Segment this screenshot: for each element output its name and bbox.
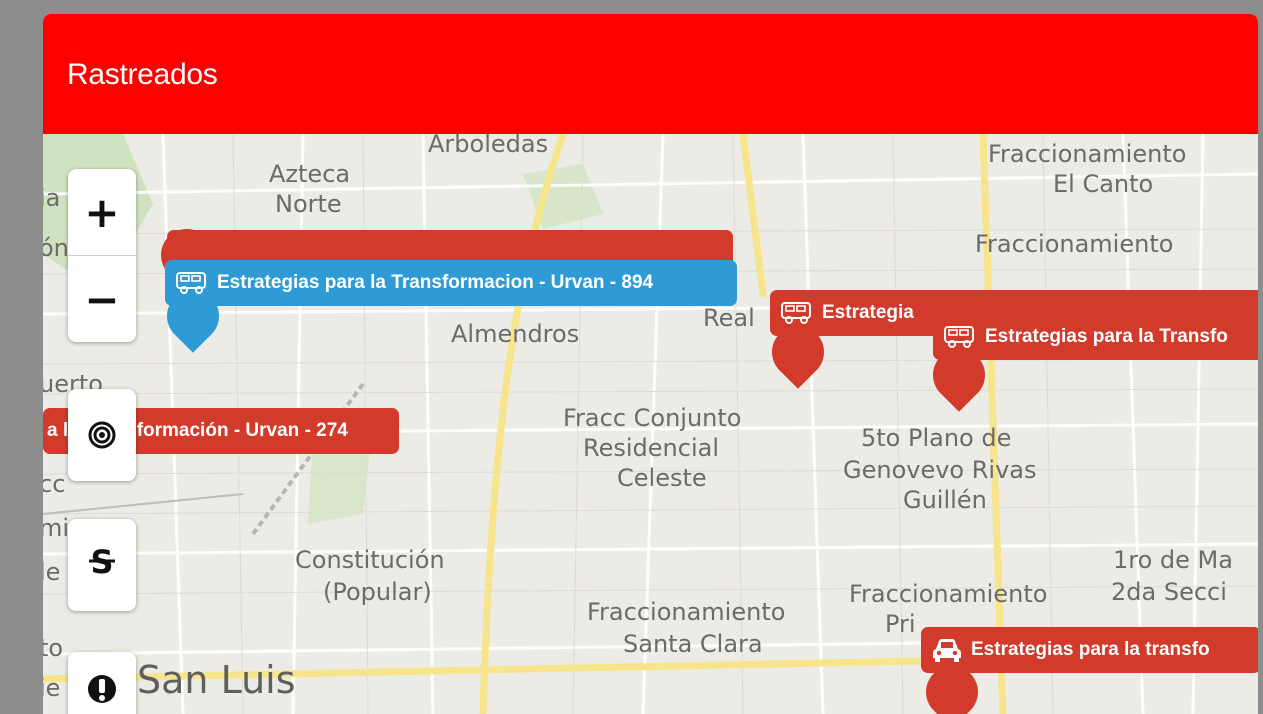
place-left-cc: cc <box>43 470 66 498</box>
app-frame: Rastreados Arboledas Azteca Norte Fracci… <box>43 14 1258 714</box>
van-icon <box>780 300 814 326</box>
locate-control <box>68 389 136 481</box>
place-residencial: Residencial <box>583 434 719 462</box>
place-left-ia: ia <box>43 184 61 212</box>
place-celeste: Celeste <box>617 464 707 492</box>
place-fraccionamiento-santa-clara: Fraccionamiento <box>587 598 786 626</box>
place-fraccionamiento-pri: Fraccionamiento <box>849 580 1048 608</box>
van-icon <box>943 324 977 350</box>
zoom-in-button[interactable]: + <box>68 169 136 255</box>
place-san-luis: San Luis <box>137 658 296 702</box>
place-left-ie: ie <box>43 674 61 702</box>
strikethrough-s-icon: S <box>87 541 117 590</box>
place-el-canto: El Canto <box>1053 170 1154 198</box>
place-norte: Norte <box>275 190 342 218</box>
place-2da-seccion: 2da Secci <box>1111 578 1227 606</box>
marker-label-car[interactable]: Estrategias para la transfo <box>921 627 1258 673</box>
place-azteca: Azteca <box>269 160 351 188</box>
place-constitucion: Constitución <box>295 546 445 574</box>
place-santa-clara: Santa Clara <box>623 630 763 658</box>
app-header: Rastreados <box>43 14 1258 134</box>
car-icon <box>931 637 963 663</box>
marker-label-894[interactable]: Estrategias para la Transformacion - Urv… <box>165 260 737 306</box>
map-view[interactable]: Arboledas Azteca Norte Fraccionamiento E… <box>43 134 1258 714</box>
place-fraccionamiento: Fraccionamiento <box>975 230 1174 258</box>
place-real: Real <box>703 304 755 332</box>
place-left-mi: mi <box>43 514 70 542</box>
target-icon <box>87 411 117 460</box>
alert-button[interactable] <box>68 652 136 714</box>
alert-control <box>68 652 136 714</box>
place-left-le: le <box>43 558 61 586</box>
zoom-out-button[interactable]: − <box>68 256 136 342</box>
page-title: Rastreados <box>67 58 218 91</box>
place-popular: (Popular) <box>323 578 432 606</box>
place-genovevo-rivas: Genovevo Rivas <box>843 456 1037 484</box>
van-icon <box>175 270 209 296</box>
route-control: S <box>68 519 136 611</box>
locate-button[interactable] <box>68 389 136 481</box>
place-left-on: ón <box>43 234 69 262</box>
place-left-to: to <box>43 634 64 662</box>
marker-label-transfo[interactable]: Estrategias para la Transfo <box>933 314 1258 360</box>
place-1ro-de-mayo: 1ro de Ma <box>1113 546 1233 574</box>
place-pri: Pri <box>885 610 916 638</box>
place-fraccionamiento-el-canto: Fraccionamiento <box>988 140 1187 168</box>
place-almendros: Almendros <box>451 320 580 348</box>
alert-icon <box>87 674 117 714</box>
place-fracc-conjunto: Fracc Conjunto <box>563 404 742 432</box>
zoom-control: + − <box>68 169 136 342</box>
place-5to-plano: 5to Plano de <box>861 424 1012 452</box>
route-button[interactable]: S <box>68 519 136 611</box>
place-guillen: Guillén <box>903 486 987 514</box>
place-arboledas: Arboledas <box>428 134 549 158</box>
